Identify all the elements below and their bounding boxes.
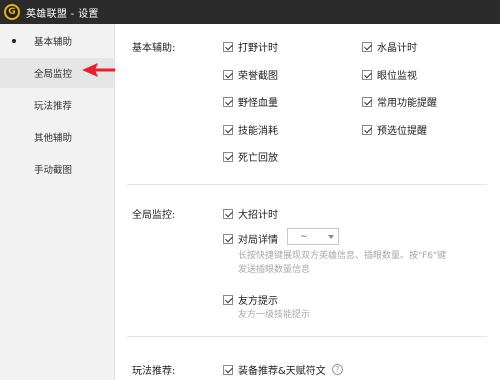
window-title: 英雄联盟 - 设置 (26, 8, 99, 20)
sidebar-item-label: 手动截图 (34, 165, 73, 176)
checkbox-checked-icon (223, 69, 233, 80)
checkbox-label: 死亡回放 (238, 153, 278, 164)
checkbox-checked-icon (223, 96, 233, 107)
section-label-basic: 基本辅助: (132, 43, 176, 54)
section-divider (127, 184, 487, 185)
checkbox-label: 装备推荐&天赋符文 (238, 366, 326, 377)
checkbox-ally-tips[interactable]: 友方提示 (223, 292, 278, 307)
checkbox-label: 友方提示 (238, 296, 278, 307)
checkbox-gear-runes[interactable]: 装备推荐&天赋符文 ? (223, 362, 343, 377)
checkbox-checked-icon (223, 208, 233, 219)
checkbox-label: 打野计时 (238, 43, 278, 54)
app-logo-icon: G (4, 4, 20, 20)
checkbox-checked-icon (362, 69, 372, 80)
checkbox-checked-icon (362, 124, 372, 135)
checkbox-label: 野怪血量 (238, 98, 278, 109)
checkbox-skill-cost[interactable]: 技能消耗 (223, 122, 278, 137)
chevron-down-icon (328, 235, 334, 239)
checkbox-label: 大招计时 (238, 210, 278, 221)
checkbox-label: 常用功能提醒 (377, 98, 437, 109)
sidebar-item-other-assist[interactable]: 其他辅助 (0, 122, 115, 152)
checkbox-checked-icon (223, 233, 233, 244)
checkbox-death-replay[interactable]: 死亡回放 (223, 149, 278, 164)
checkbox-checked-icon (223, 294, 233, 305)
title-bar: G 英雄联盟 - 设置 (0, 0, 500, 24)
hotkey-select-value: ~ (300, 231, 308, 242)
checkbox-honor-screenshot[interactable]: 荣誉截图 (223, 67, 278, 82)
checkbox-crystal-timer[interactable]: 水晶计时 (362, 39, 417, 54)
checkbox-checked-icon (223, 124, 233, 135)
checkbox-label: 技能消耗 (238, 126, 278, 137)
checkbox-label: 对局详情 (238, 235, 278, 246)
checkbox-label: 预选位提醒 (377, 126, 427, 137)
sidebar-item-label: 基本辅助 (34, 37, 73, 48)
checkbox-checked-icon (362, 41, 372, 52)
section-label-monitor: 全局监控: (132, 210, 176, 221)
ally-tips-description: 友方一级技能提示 (238, 310, 311, 320)
sidebar-item-label: 其他辅助 (34, 133, 73, 144)
checkbox-common-reminder[interactable]: 常用功能提醒 (362, 94, 437, 109)
checkbox-label: 荣誉截图 (238, 71, 278, 82)
hotkey-select[interactable]: ~ (287, 228, 339, 245)
checkbox-monster-hp[interactable]: 野怪血量 (223, 94, 278, 109)
checkbox-checked-icon (223, 41, 233, 52)
sidebar-item-gameplay-recommend[interactable]: 玩法推荐 (0, 90, 115, 120)
checkbox-ultimate-timer[interactable]: 大招计时 (223, 206, 278, 221)
checkbox-preselect-reminder[interactable]: 预选位提醒 (362, 122, 427, 137)
sidebar-item-label: 玩法推荐 (34, 101, 73, 112)
settings-content: 基本辅助: 打野计时 水晶计时 荣誉截图 眼位监视 野怪血量 常用功能提醒 技能… (115, 24, 500, 380)
checkbox-jungle-timer[interactable]: 打野计时 (223, 39, 278, 54)
help-icon[interactable]: ? (331, 364, 343, 375)
sidebar-item-manual-screenshot[interactable]: 手动截图 (0, 154, 115, 184)
checkbox-checked-icon (223, 151, 233, 162)
description-line: 长按快捷键展现双方英雄信息、插眼数量。按"F6"键 (238, 251, 447, 261)
match-details-description: 长按快捷键展现双方英雄信息、插眼数量。按"F6"键 发送插眼数量信息 (238, 249, 446, 277)
sidebar-item-basic-assist[interactable]: 基本辅助 (0, 26, 115, 56)
section-label-gameplay: 玩法推荐: (132, 366, 176, 377)
description-line: 发送插眼数量信息 (238, 265, 311, 275)
checkbox-ward-monitor[interactable]: 眼位监视 (362, 67, 417, 82)
section-divider (127, 336, 487, 337)
checkbox-checked-icon (362, 96, 372, 107)
checkbox-match-details[interactable]: 对局详情 (223, 231, 278, 246)
sidebar-item-label: 全局监控 (34, 69, 73, 80)
checkbox-label: 水晶计时 (377, 43, 417, 54)
checkbox-checked-icon (223, 364, 233, 375)
checkbox-label: 眼位监视 (377, 71, 417, 82)
